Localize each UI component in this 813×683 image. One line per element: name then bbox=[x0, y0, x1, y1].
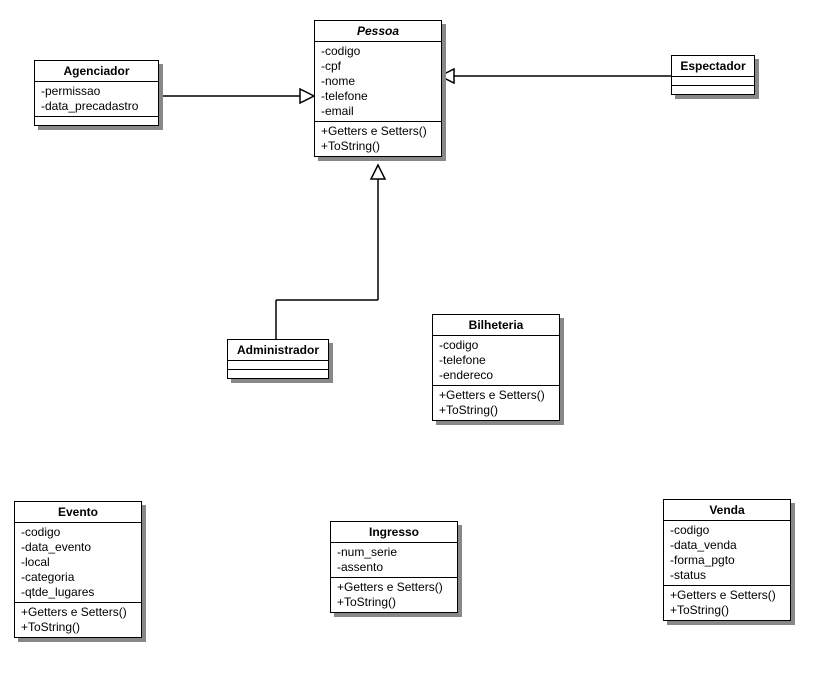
class-ops: +Getters e Setters() +ToString() bbox=[15, 603, 141, 637]
class-title: Agenciador bbox=[35, 61, 158, 82]
class-ops: +Getters e Setters() +ToString() bbox=[664, 586, 790, 620]
class-title: Espectador bbox=[672, 56, 754, 77]
class-ops: +Getters e Setters() +ToString() bbox=[331, 578, 457, 612]
class-attrs: -num_serie -assento bbox=[331, 543, 457, 578]
class-ops: +Getters e Setters() +ToString() bbox=[315, 122, 441, 156]
class-attrs: -codigo -cpf -nome -telefone -email bbox=[315, 42, 441, 122]
class-title: Bilheteria bbox=[433, 315, 559, 336]
class-pessoa: Pessoa -codigo -cpf -nome -telefone -ema… bbox=[314, 20, 442, 157]
class-attrs-empty bbox=[228, 361, 328, 370]
class-evento: Evento -codigo -data_evento -local -cate… bbox=[14, 501, 142, 638]
class-ingresso: Ingresso -num_serie -assento +Getters e … bbox=[330, 521, 458, 613]
class-attrs: -codigo -telefone -endereco bbox=[433, 336, 559, 386]
class-title: Venda bbox=[664, 500, 790, 521]
class-agenciador: Agenciador -permissao -data_precadastro bbox=[34, 60, 159, 126]
class-title: Pessoa bbox=[315, 21, 441, 42]
class-espectador: Espectador bbox=[671, 55, 755, 95]
class-administrador: Administrador bbox=[227, 339, 329, 379]
class-attrs: -codigo -data_evento -local -categoria -… bbox=[15, 523, 141, 603]
class-title: Evento bbox=[15, 502, 141, 523]
class-ops-empty bbox=[35, 117, 158, 125]
class-attrs: -permissao -data_precadastro bbox=[35, 82, 158, 117]
class-title: Ingresso bbox=[331, 522, 457, 543]
class-ops: +Getters e Setters() +ToString() bbox=[433, 386, 559, 420]
class-attrs-empty bbox=[672, 77, 754, 86]
class-title: Administrador bbox=[228, 340, 328, 361]
class-venda: Venda -codigo -data_venda -forma_pgto -s… bbox=[663, 499, 791, 621]
class-ops-empty bbox=[672, 86, 754, 94]
class-attrs: -codigo -data_venda -forma_pgto -status bbox=[664, 521, 790, 586]
class-ops-empty bbox=[228, 370, 328, 378]
class-bilheteria: Bilheteria -codigo -telefone -endereco +… bbox=[432, 314, 560, 421]
